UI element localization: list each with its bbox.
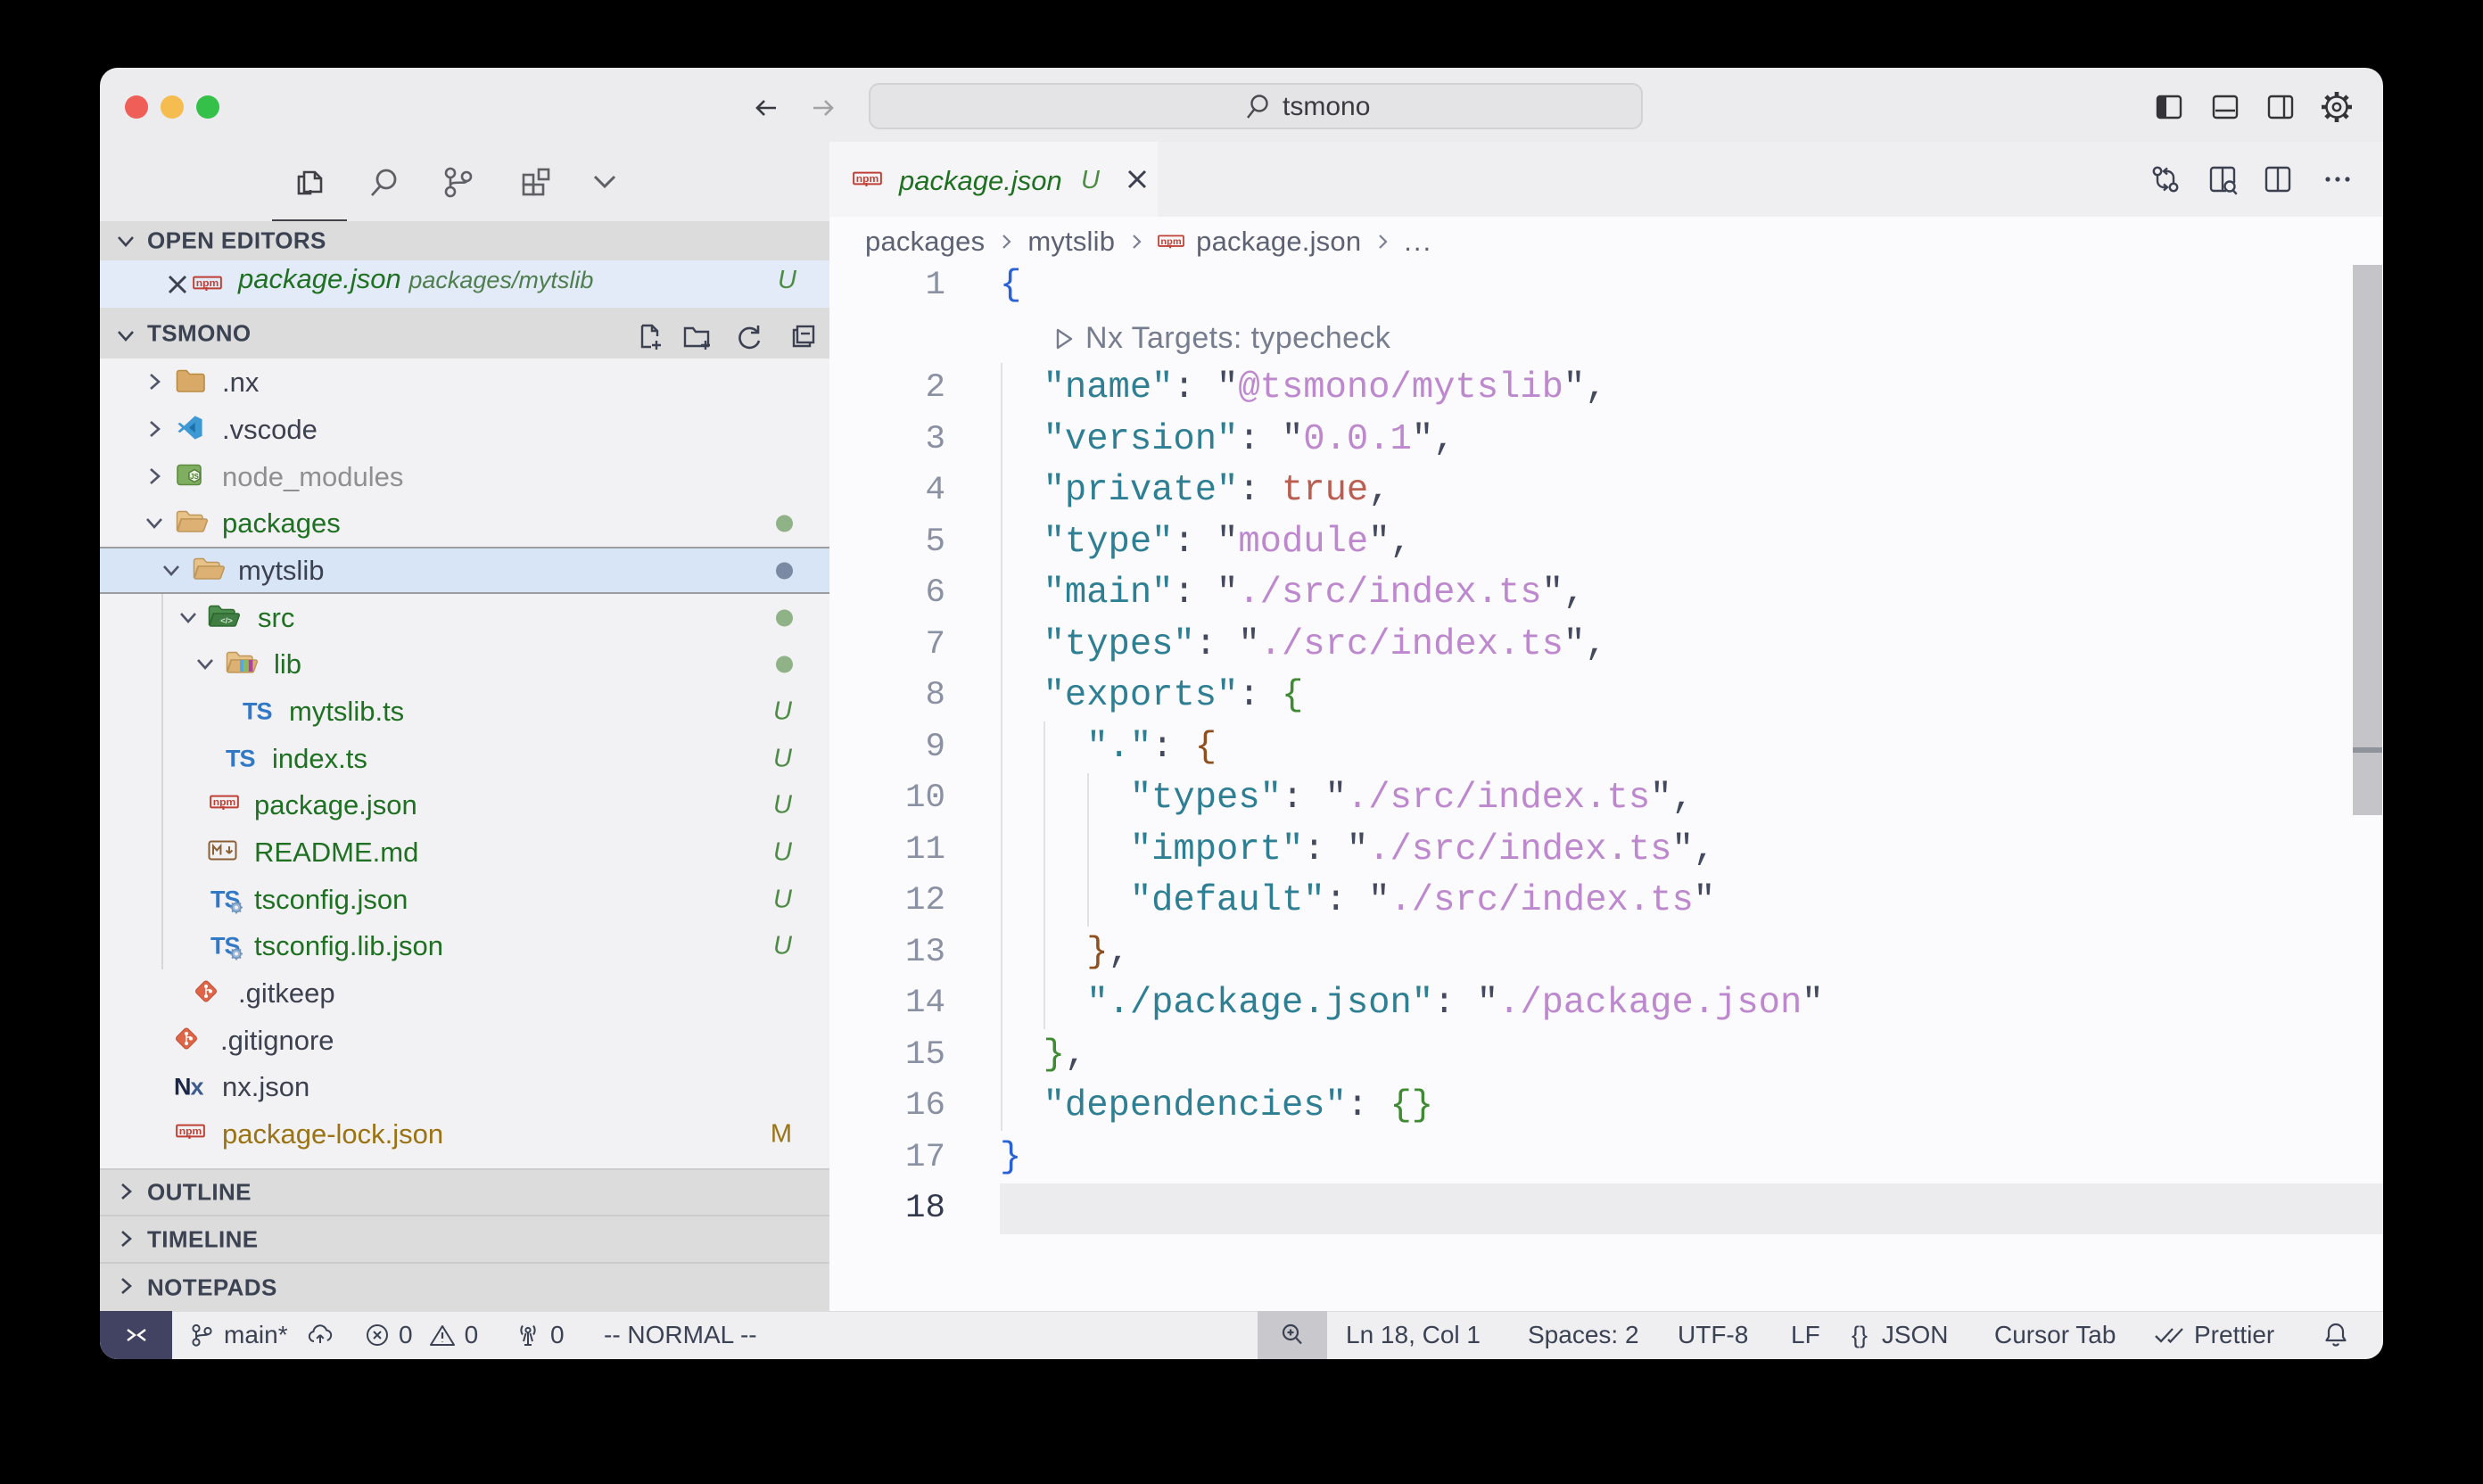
svg-text:JS: JS bbox=[190, 473, 199, 481]
svg-text:</>: </> bbox=[220, 616, 233, 626]
